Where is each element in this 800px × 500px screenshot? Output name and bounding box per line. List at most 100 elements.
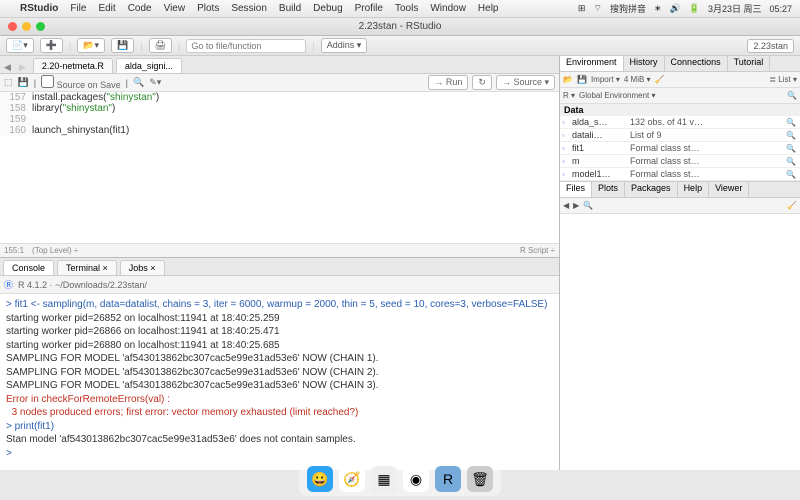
- show-doc-icon[interactable]: ⬚: [4, 77, 13, 88]
- tab-packages[interactable]: Packages: [625, 182, 678, 197]
- tab-help[interactable]: Help: [678, 182, 710, 197]
- menu-build[interactable]: Build: [279, 3, 301, 14]
- dock-finder-icon[interactable]: 😀: [307, 466, 333, 492]
- expand-icon[interactable]: ◦: [562, 157, 572, 166]
- bluetooth-icon[interactable]: ∗: [654, 3, 662, 14]
- menu-edit[interactable]: Edit: [98, 3, 115, 14]
- console-tabbar: Console Terminal × Jobs ×: [0, 258, 559, 276]
- console-path[interactable]: R 4.1.2 · ~/Downloads/2.23stan/: [18, 280, 147, 290]
- broom-icon[interactable]: 🧹: [655, 75, 665, 84]
- tab-alda[interactable]: alda_signi...: [116, 58, 182, 73]
- ime-label[interactable]: 搜狗拼音: [610, 2, 646, 15]
- tab-tutorial[interactable]: Tutorial: [728, 56, 771, 71]
- tab-history[interactable]: History: [624, 56, 665, 71]
- expand-icon[interactable]: ◦: [562, 170, 572, 179]
- tab-console[interactable]: Console: [3, 260, 54, 275]
- volume-icon[interactable]: 🔊: [670, 3, 681, 14]
- menu-tools[interactable]: Tools: [395, 3, 418, 14]
- save-file-icon[interactable]: 💾: [18, 77, 29, 88]
- scope-label[interactable]: (Top Level) ÷: [32, 246, 78, 255]
- menubar-date[interactable]: 3月23日 周三: [708, 2, 762, 15]
- menu-code[interactable]: Code: [128, 3, 152, 14]
- tab-jobs[interactable]: Jobs ×: [120, 260, 165, 275]
- menu-view[interactable]: View: [164, 3, 186, 14]
- env-row[interactable]: ◦fit1Formal class st…🔍: [560, 142, 800, 155]
- save-button[interactable]: 💾: [111, 38, 134, 53]
- tab-connections[interactable]: Connections: [665, 56, 728, 71]
- menu-plots[interactable]: Plots: [197, 3, 219, 14]
- rerun-button[interactable]: ↻: [472, 75, 492, 90]
- source-button[interactable]: → Source ▾: [496, 75, 555, 90]
- menubar-time[interactable]: 05:27: [769, 4, 792, 14]
- tab-plots[interactable]: Plots: [592, 182, 625, 197]
- app-name[interactable]: RStudio: [20, 3, 58, 14]
- console-output[interactable]: > fit1 <- sampling(m, data=datalist, cha…: [0, 294, 559, 470]
- inspect-icon[interactable]: 🔍: [786, 157, 798, 166]
- menu-help[interactable]: Help: [478, 3, 499, 14]
- console-line: > fit1 <- sampling(m, data=datalist, cha…: [6, 298, 553, 312]
- inspect-icon[interactable]: 🔍: [786, 118, 798, 127]
- open-button[interactable]: 📂▾: [77, 38, 105, 53]
- dock-safari-icon[interactable]: 🧭: [339, 466, 365, 492]
- battery-icon[interactable]: 🔋: [689, 3, 700, 14]
- menu-session[interactable]: Session: [231, 3, 267, 14]
- expand-icon[interactable]: ◦: [562, 118, 572, 127]
- source-editor[interactable]: 157install.packages("shinystan") 158libr…: [0, 92, 559, 243]
- forward-icon[interactable]: ▶: [15, 62, 30, 73]
- dock-rstudio-icon[interactable]: R: [435, 466, 461, 492]
- new-file-button[interactable]: 📄▾: [6, 38, 34, 53]
- tab-environment[interactable]: Environment: [560, 56, 624, 71]
- dock-launchpad-icon[interactable]: ▦: [371, 466, 397, 492]
- window-titlebar: 2.23stan - RStudio: [0, 18, 800, 36]
- zoom-files-icon[interactable]: 🔍: [583, 201, 593, 210]
- tab-files[interactable]: Files: [560, 182, 592, 197]
- list-view-button[interactable]: ≣ List ▾: [769, 75, 797, 84]
- globalenv-select[interactable]: Global Environment ▾: [579, 91, 656, 100]
- env-value: Formal class st…: [630, 169, 786, 179]
- tab-terminal[interactable]: Terminal ×: [57, 260, 117, 275]
- menu-file[interactable]: File: [70, 3, 86, 14]
- expand-icon[interactable]: ◦: [562, 131, 572, 140]
- status-icon[interactable]: ⊞: [578, 3, 586, 14]
- env-row[interactable]: ◦mFormal class st…🔍: [560, 155, 800, 168]
- run-button[interactable]: → Run: [428, 75, 468, 90]
- new-project-button[interactable]: ➕: [40, 38, 63, 53]
- find-icon[interactable]: 🔍: [133, 77, 144, 88]
- wifi-icon[interactable]: ⌔: [593, 3, 601, 14]
- env-row[interactable]: ◦datali…List of 9🔍: [560, 129, 800, 142]
- menu-profile[interactable]: Profile: [355, 3, 383, 14]
- dock-chrome-icon[interactable]: ◉: [403, 466, 429, 492]
- source-minibar: ⬚ 💾 | Source on Save | 🔍 ✎▾ → Run ↻ → So…: [0, 74, 559, 92]
- env-row[interactable]: ◦model1…Formal class st…🔍: [560, 168, 800, 181]
- menu-window[interactable]: Window: [430, 3, 466, 14]
- expand-icon[interactable]: ◦: [562, 144, 572, 153]
- save-env-icon[interactable]: 💾: [577, 75, 587, 84]
- dock-trash-icon[interactable]: 🗑: [467, 466, 493, 492]
- broom-files-icon[interactable]: 🧹: [787, 201, 797, 210]
- console-line: SAMPLING FOR MODEL 'af543013862bc307cac5…: [6, 366, 553, 380]
- import-button[interactable]: Import ▾: [591, 75, 620, 84]
- back-files-icon[interactable]: ◀: [563, 201, 569, 210]
- menu-debug[interactable]: Debug: [313, 3, 342, 14]
- inspect-icon[interactable]: 🔍: [786, 131, 798, 140]
- filetype-label[interactable]: R Script ÷: [520, 246, 555, 255]
- inspect-icon[interactable]: 🔍: [786, 144, 798, 153]
- goto-input[interactable]: [186, 39, 306, 53]
- env-row[interactable]: ◦alda_s…132 obs. of 41 v…🔍: [560, 116, 800, 129]
- wand-icon[interactable]: ✎▾: [149, 77, 161, 88]
- scope-r[interactable]: R ▾: [563, 91, 575, 100]
- forward-files-icon[interactable]: ▶: [573, 201, 579, 210]
- console-line: starting worker pid=26866 on localhost:1…: [6, 325, 553, 339]
- inspect-icon[interactable]: 🔍: [786, 170, 798, 179]
- search-env-icon[interactable]: 🔍: [787, 91, 797, 100]
- addins-button[interactable]: Addins ▾: [321, 38, 368, 53]
- files-tabbar: Files Plots Packages Help Viewer: [560, 182, 800, 198]
- back-icon[interactable]: ◀: [0, 62, 15, 73]
- source-on-save-checkbox[interactable]: Source on Save: [41, 75, 121, 90]
- project-menu[interactable]: 2.23stan: [747, 39, 794, 53]
- mem-usage[interactable]: 4 MiB ▾: [624, 75, 651, 84]
- tab-netmeta[interactable]: 2.20-netmeta.R: [33, 58, 113, 73]
- tab-viewer[interactable]: Viewer: [709, 182, 749, 197]
- load-icon[interactable]: 📂: [563, 75, 573, 84]
- print-button[interactable]: 🖨: [149, 38, 172, 53]
